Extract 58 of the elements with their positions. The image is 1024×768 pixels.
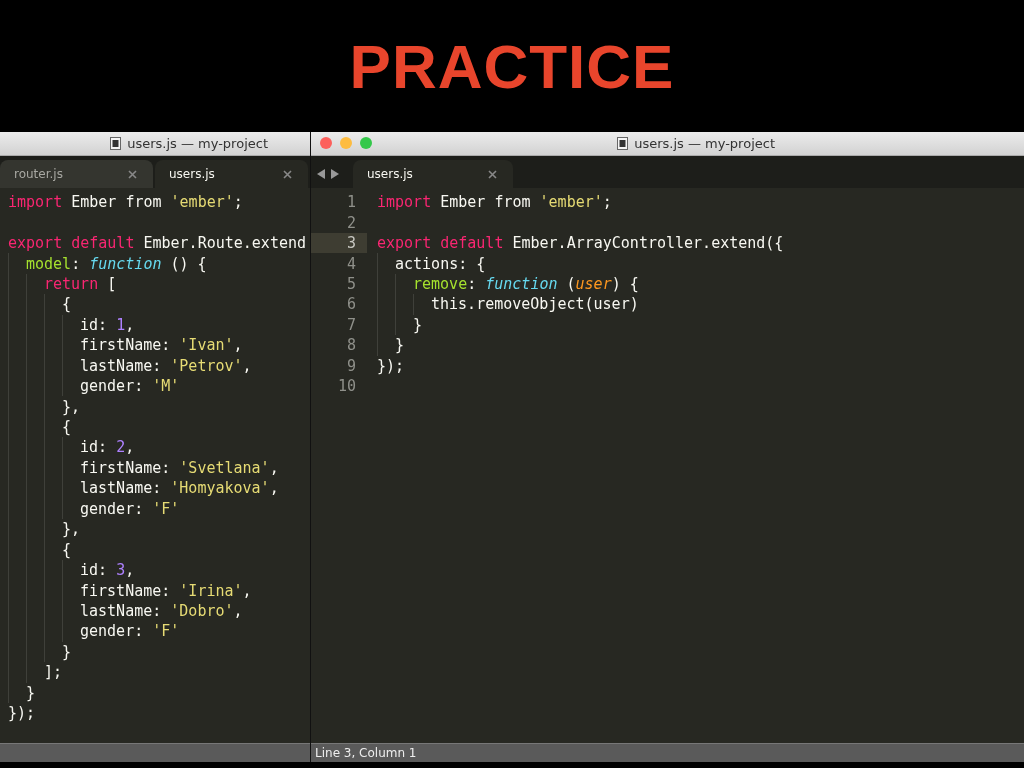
back-arrow-icon[interactable]: [317, 169, 325, 179]
code-line: firstName: 'Svetlana',: [80, 458, 279, 477]
code-line: },: [62, 520, 81, 539]
code-line: gender: 'F': [80, 622, 180, 641]
code-line: {: [62, 540, 72, 559]
code-line: gender: 'M': [80, 377, 180, 396]
line-number: 9: [346, 356, 356, 375]
code-line: actions: {: [395, 254, 486, 273]
line-number: 4: [346, 254, 356, 273]
code-line: id: 3,: [80, 561, 135, 580]
line-number: 7: [346, 315, 356, 334]
close-icon[interactable]: [283, 169, 292, 179]
code-line: id: 1,: [80, 315, 135, 334]
line-number: 1: [346, 193, 356, 212]
code-line: });: [8, 704, 36, 723]
code-line: });: [377, 356, 405, 375]
code-line: id: 2,: [80, 438, 135, 457]
line-number: 6: [346, 295, 356, 314]
code-line: remove: function (user) {: [413, 274, 639, 293]
code-line: lastName: 'Dobro',: [80, 601, 243, 620]
slide-title: PRACTICE: [349, 32, 675, 101]
editor-tab[interactable]: users.js: [155, 160, 308, 188]
window-title: users.js — my-project: [634, 136, 775, 151]
file-icon: [617, 137, 629, 150]
forward-arrow-icon[interactable]: [331, 169, 339, 179]
code-line: model: function () {: [26, 254, 207, 273]
status-text: Line 3, Column 1: [315, 746, 417, 760]
code-line: gender: 'F': [80, 499, 180, 518]
code-line: }: [26, 683, 36, 702]
close-icon[interactable]: [488, 169, 497, 179]
code-line: export default Ember.ArrayController.extend({: [377, 234, 784, 253]
line-number: 10: [337, 377, 356, 396]
window-title: users.js — my-project: [127, 136, 268, 151]
code-line: return [: [44, 274, 117, 293]
code-line: }: [395, 336, 405, 355]
line-number: 8: [346, 336, 356, 355]
editor-tab[interactable]: users.js: [353, 160, 513, 188]
code-line: lastName: 'Petrov',: [80, 356, 252, 375]
code-line: export default Ember.Route.extend: [8, 234, 307, 253]
line-number: 2: [346, 213, 356, 232]
line-number: 5: [346, 274, 356, 293]
code-line: import Ember from 'ember';: [377, 193, 612, 212]
code-line: import Ember from 'ember';: [8, 193, 243, 212]
close-button[interactable]: [320, 137, 332, 149]
line-number: 3: [346, 234, 356, 253]
code-line: ];: [44, 663, 63, 682]
code-line: this.removeObject(user): [431, 295, 639, 314]
file-icon: [110, 137, 122, 150]
code-line: }: [413, 315, 423, 334]
editor-tab[interactable]: router.js: [0, 160, 153, 188]
code-line: {: [62, 418, 72, 437]
close-icon[interactable]: [128, 169, 137, 179]
code-line: {: [62, 295, 72, 314]
code-line: },: [62, 397, 81, 416]
code-line: lastName: 'Homyakova',: [80, 479, 279, 498]
code-line: firstName: 'Irina',: [80, 581, 252, 600]
code-line: firstName: 'Ivan',: [80, 336, 243, 355]
code-line: }: [62, 642, 72, 661]
